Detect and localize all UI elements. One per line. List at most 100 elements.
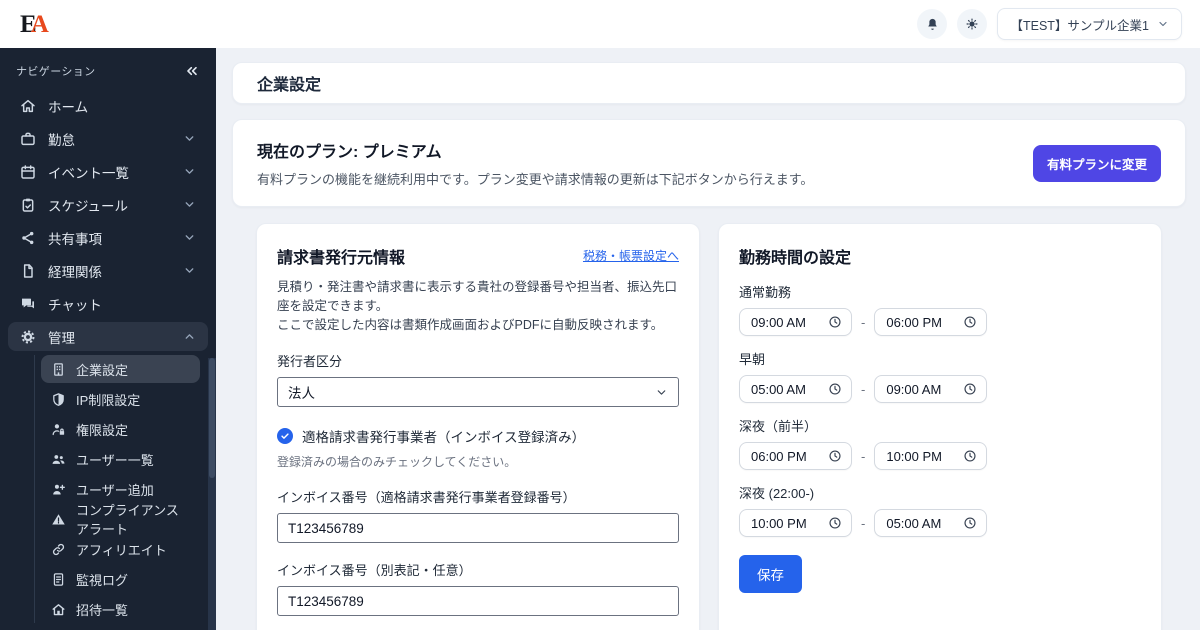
company-selector[interactable]: 【TEST】サンプル企業1 bbox=[997, 8, 1182, 40]
end-time-input[interactable]: 10:00 PM bbox=[874, 442, 988, 470]
sidebar-item-label: 招待一覧 bbox=[76, 602, 129, 618]
chat-icon bbox=[22, 298, 34, 308]
collapse-sidebar-icon[interactable] bbox=[184, 63, 200, 79]
invoice-number-label: インボイス番号（適格請求書発行事業者登録番号） bbox=[277, 490, 576, 506]
sidebar-item-label: コンプライアンスアラート bbox=[76, 503, 179, 537]
tax-settings-link[interactable]: 税務・帳票設定へ bbox=[583, 247, 679, 264]
sidebar-item-label: 勤怠 bbox=[48, 132, 75, 148]
sidebar-item-user-list[interactable]: ユーザー一覧 bbox=[41, 445, 200, 473]
work-hours-row-label: 深夜 (22:00-) bbox=[739, 486, 815, 501]
sidebar-scrollbar-thumb[interactable] bbox=[209, 358, 215, 478]
invoice-number-alt-input[interactable]: T123456789 bbox=[277, 586, 679, 617]
end-time-input[interactable]: 05:00 AM bbox=[874, 509, 988, 537]
app-logo[interactable]: EA bbox=[20, 10, 49, 38]
end-time-input[interactable]: 06:00 PM bbox=[874, 308, 988, 336]
sidebar-item-chat[interactable]: チャット bbox=[8, 289, 208, 318]
sidebar-item-invitations[interactable]: 招待一覧 bbox=[41, 595, 200, 623]
clock-icon bbox=[964, 517, 976, 529]
sidebar-item-label: チャット bbox=[48, 297, 102, 313]
settings-cards-row: 請求書発行元情報 税務・帳票設定へ 見積り・発注書や請求書に表示する貴社の登録番… bbox=[232, 223, 1186, 630]
alert-triangle-icon bbox=[52, 513, 65, 524]
theme-toggle-button[interactable] bbox=[957, 9, 988, 39]
sidebar-item-add-user[interactable]: ユーザー追加 bbox=[41, 475, 200, 503]
check-icon bbox=[281, 433, 289, 440]
start-time-input[interactable]: 10:00 PM bbox=[739, 509, 852, 537]
link-icon bbox=[52, 543, 65, 555]
save-button[interactable]: 保存 bbox=[739, 555, 802, 593]
clock-icon bbox=[964, 383, 976, 395]
qualified-issuer-checkbox-row[interactable]: 適格請求書発行事業者（インボイス登録済み） bbox=[277, 426, 679, 446]
chevron-up-icon bbox=[185, 334, 194, 339]
user-plus-icon bbox=[53, 484, 65, 494]
sidebar-item-schedule[interactable]: スケジュール bbox=[8, 190, 208, 219]
end-time-input[interactable]: 09:00 AM bbox=[874, 375, 988, 403]
sidebar-item-permissions[interactable]: 権限設定 bbox=[41, 415, 200, 443]
issuer-type-value: 法人 bbox=[288, 386, 315, 402]
invoice-description-line2: ここで設定した内容は書類作成画面およびPDFに自動反映されます。 bbox=[277, 317, 664, 332]
sidebar-item-home[interactable]: ホーム bbox=[8, 91, 208, 120]
start-time-value: 09:00 AM bbox=[751, 314, 806, 330]
change-plan-button[interactable]: 有料プランに変更 bbox=[1032, 144, 1161, 182]
log-icon bbox=[53, 572, 64, 586]
invoice-number-alt-value: T123456789 bbox=[288, 593, 364, 609]
building-icon bbox=[54, 362, 63, 376]
work-hours-card: 勤務時間の設定 通常勤務 09:00 AM - 06:00 PM 早朝 05:0… bbox=[718, 223, 1162, 630]
end-time-value: 10:00 PM bbox=[886, 448, 942, 464]
sun-icon bbox=[966, 18, 979, 30]
time-range-dash: - bbox=[861, 448, 866, 464]
work-hours-row: 09:00 AM - 06:00 PM bbox=[739, 308, 1141, 336]
sidebar-item-label: 権限設定 bbox=[76, 422, 129, 438]
qualified-issuer-checkbox[interactable] bbox=[277, 428, 293, 445]
page-title: 企業設定 bbox=[257, 77, 322, 94]
sidebar-item-affiliate[interactable]: アフィリエイト bbox=[41, 535, 200, 563]
invoice-number-input[interactable]: T123456789 bbox=[277, 513, 679, 544]
end-time-value: 09:00 AM bbox=[886, 381, 942, 397]
start-time-input[interactable]: 09:00 AM bbox=[739, 308, 852, 336]
sidebar-item-shared[interactable]: 共有事項 bbox=[8, 223, 208, 252]
time-range-dash: - bbox=[861, 515, 866, 531]
invoice-description-line1: 見積り・発注書や請求書に表示する貴社の登録番号や担当者、振込先口座を設定できます… bbox=[277, 280, 678, 313]
invoice-number-alt-label: インボイス番号（別表記・任意） bbox=[277, 563, 472, 579]
sidebar: ナビゲーション ホーム 勤怠 イベント一覧 スケジュール 共有事項 経理関係 チ… bbox=[0, 48, 216, 630]
plan-description: 有料プランの機能を継続利用中です。プラン変更や請求情報の更新は下記ボタンから行え… bbox=[257, 172, 814, 187]
clock-icon bbox=[964, 450, 976, 462]
chevron-down-icon bbox=[1159, 21, 1167, 27]
logo-letter-a: A bbox=[30, 10, 49, 38]
end-time-value: 06:00 PM bbox=[886, 314, 942, 330]
chevron-down-icon bbox=[185, 268, 194, 273]
issuer-type-select[interactable]: 法人 bbox=[277, 377, 679, 408]
work-hours-row-label: 深夜（前半） bbox=[739, 419, 818, 434]
start-time-input[interactable]: 06:00 PM bbox=[739, 442, 852, 470]
sidebar-item-label: 企業設定 bbox=[76, 362, 129, 378]
sidebar-item-ip-restriction[interactable]: IP制限設定 bbox=[41, 385, 200, 413]
sidebar-item-label: ホーム bbox=[48, 99, 89, 115]
sidebar-item-label: 監視ログ bbox=[76, 572, 129, 588]
sidebar-item-company-settings[interactable]: 企業設定 bbox=[41, 355, 200, 383]
sidebar-item-label: 管理 bbox=[48, 330, 75, 346]
chevron-down-icon bbox=[185, 202, 194, 207]
sidebar-item-attendance[interactable]: 勤怠 bbox=[8, 124, 208, 153]
end-time-value: 05:00 AM bbox=[886, 515, 942, 531]
sidebar-item-accounting[interactable]: 経理関係 bbox=[8, 256, 208, 285]
sidebar-item-audit-log[interactable]: 監視ログ bbox=[41, 565, 200, 593]
users-icon bbox=[52, 454, 65, 464]
notifications-button[interactable] bbox=[917, 9, 948, 39]
clock-icon bbox=[829, 316, 841, 328]
invoice-issuer-card: 請求書発行元情報 税務・帳票設定へ 見積り・発注書や請求書に表示する貴社の登録番… bbox=[256, 223, 700, 630]
start-time-value: 06:00 PM bbox=[751, 448, 807, 464]
sidebar-scrollbar[interactable] bbox=[208, 358, 216, 630]
shield-icon bbox=[53, 392, 64, 406]
sidebar-item-events[interactable]: イベント一覧 bbox=[8, 157, 208, 186]
sidebar-item-label: スケジュール bbox=[48, 198, 129, 214]
time-range-dash: - bbox=[861, 314, 866, 330]
start-time-input[interactable]: 05:00 AM bbox=[739, 375, 852, 403]
sidebar-item-compliance-alert[interactable]: コンプライアンスアラート bbox=[41, 503, 200, 537]
clock-icon bbox=[829, 450, 841, 462]
plan-info: 現在のプラン: プレミアム 有料プランの機能を継続利用中です。プラン変更や請求情… bbox=[257, 138, 813, 188]
chevron-down-icon bbox=[185, 169, 194, 174]
sidebar-item-label: ユーザー一覧 bbox=[76, 452, 154, 468]
sidebar-header-label: ナビゲーション bbox=[16, 66, 96, 78]
invoice-card-description: 見積り・発注書や請求書に表示する貴社の登録番号や担当者、振込先口座を設定できます… bbox=[277, 278, 679, 334]
sidebar-item-admin[interactable]: 管理 bbox=[8, 322, 208, 351]
clock-icon bbox=[829, 383, 841, 395]
